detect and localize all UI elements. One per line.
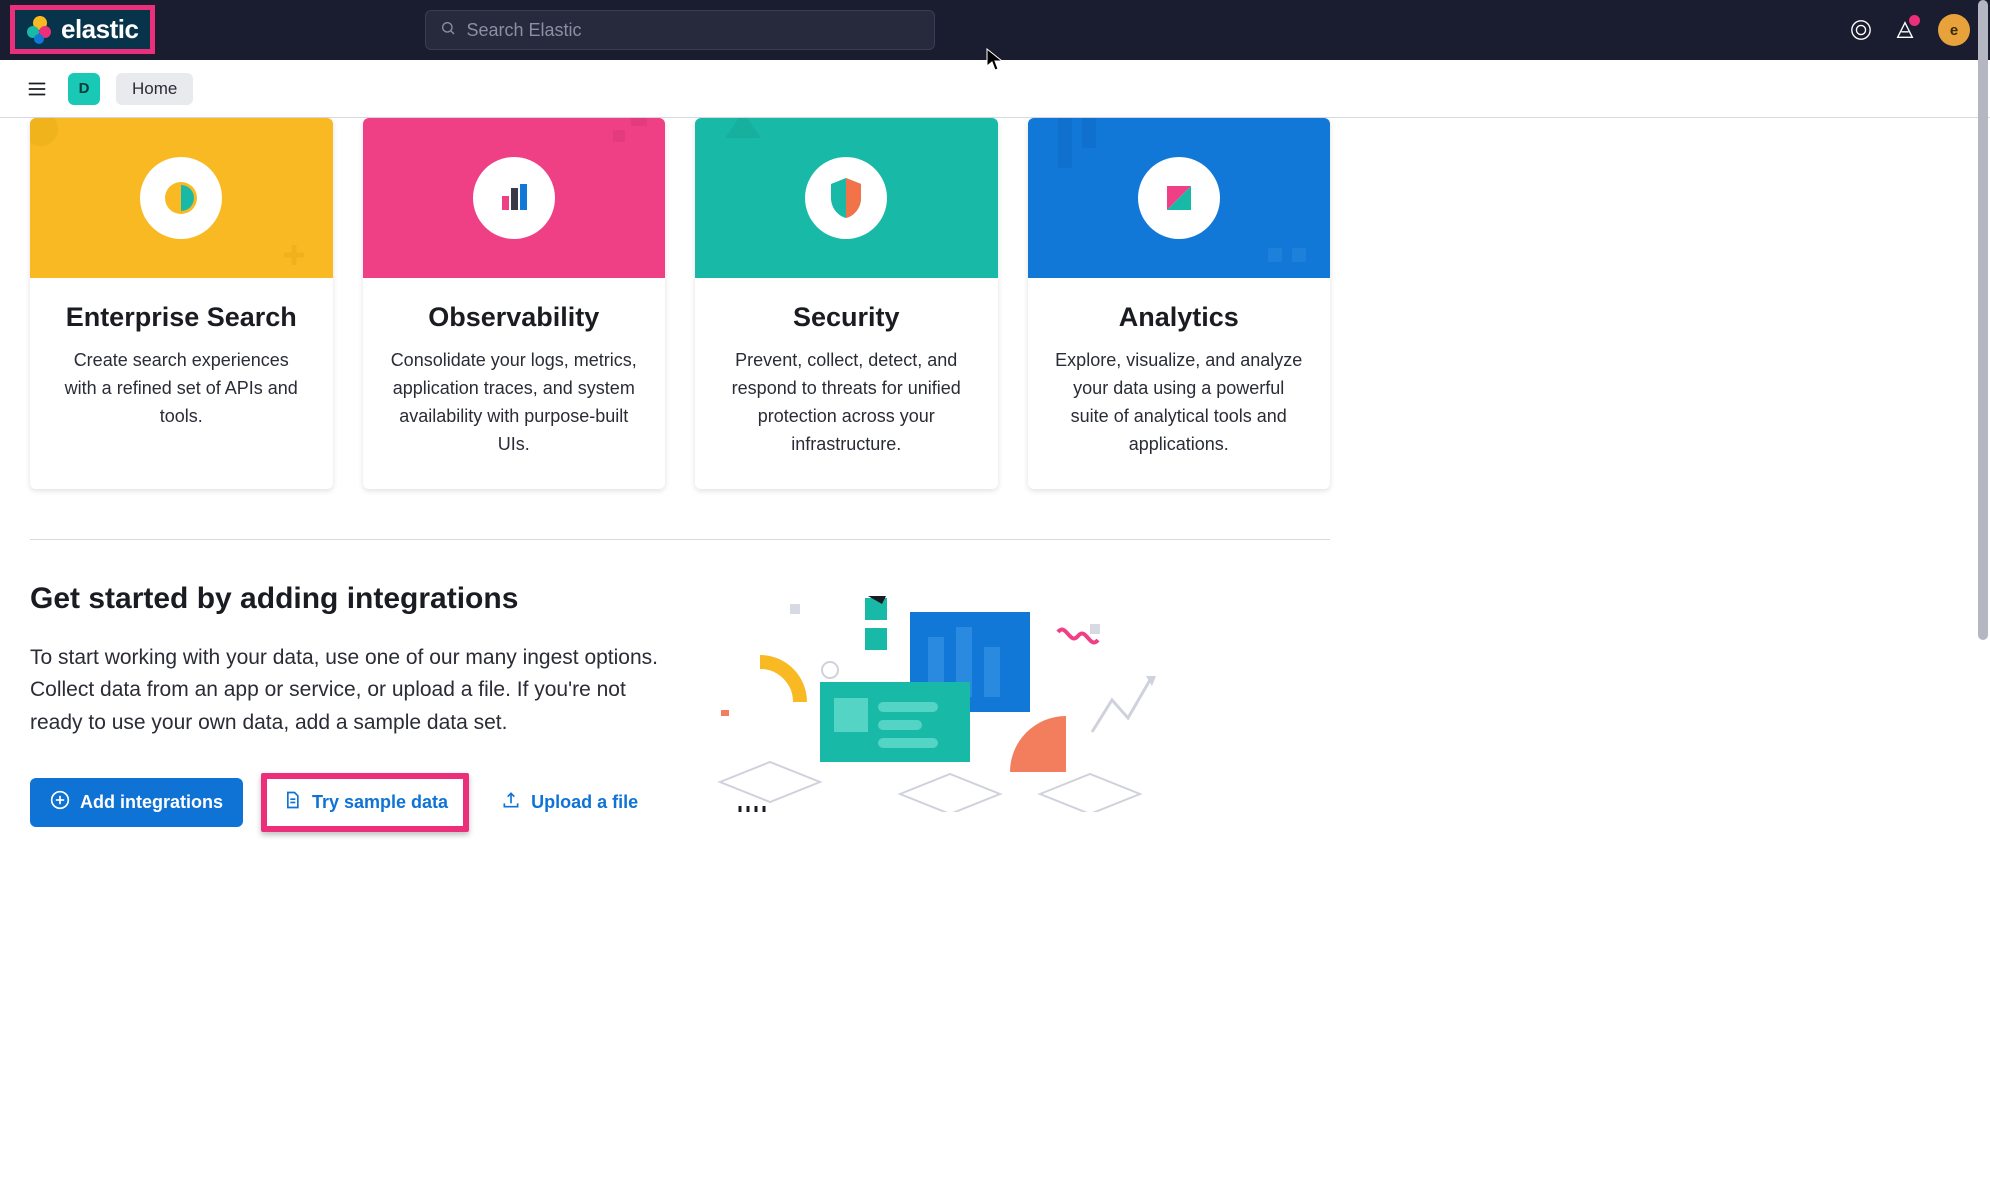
document-icon (282, 790, 302, 815)
global-search[interactable] (425, 10, 935, 50)
elastic-logo[interactable]: elastic (10, 5, 155, 54)
button-label: Try sample data (312, 792, 448, 813)
button-label: Upload a file (531, 792, 638, 813)
user-avatar[interactable]: e (1938, 14, 1970, 46)
upload-icon (501, 790, 521, 815)
search-icon (440, 20, 456, 41)
news-icon[interactable] (1894, 19, 1916, 41)
brand-text: elastic (61, 14, 138, 45)
card-desc: Consolidate your logs, metrics, applicat… (389, 347, 640, 459)
avatar-initial: e (1950, 22, 1958, 39)
get-started-heading: Get started by adding integrations (30, 582, 670, 616)
analytics-icon (1138, 157, 1220, 239)
get-started-desc: To start working with your data, use one… (30, 642, 670, 740)
add-integrations-button[interactable]: Add integrations (30, 778, 243, 827)
enterprise-search-icon (140, 157, 222, 239)
divider (30, 539, 1330, 540)
upload-file-button[interactable]: Upload a file (487, 780, 652, 825)
card-hero (695, 118, 998, 278)
card-observability[interactable]: Observability Consolidate your logs, met… (363, 118, 666, 489)
card-title: Enterprise Search (56, 302, 307, 333)
notification-dot-icon (1909, 15, 1920, 26)
highlight-box: Try sample data (261, 773, 469, 832)
card-hero (30, 118, 333, 278)
card-title: Security (721, 302, 972, 333)
nav-toggle-button[interactable] (22, 74, 52, 104)
card-security[interactable]: Security Prevent, collect, detect, and r… (695, 118, 998, 489)
help-icon[interactable] (1850, 19, 1872, 41)
security-icon (805, 157, 887, 239)
try-sample-data-button[interactable]: Try sample data (268, 780, 462, 825)
card-hero (1028, 118, 1331, 278)
card-analytics[interactable]: Analytics Explore, visualize, and analyz… (1028, 118, 1331, 489)
scrollbar-thumb[interactable] (1978, 0, 1988, 640)
card-desc: Explore, visualize, and analyze your dat… (1054, 347, 1305, 459)
scrollbar[interactable] (1976, 0, 1990, 1204)
card-title: Observability (389, 302, 640, 333)
get-started-section: Get started by adding integrations To st… (30, 582, 1330, 833)
top-header: elastic e (0, 0, 1990, 60)
breadcrumb-home[interactable]: Home (116, 73, 193, 105)
search-input[interactable] (466, 20, 920, 41)
solution-cards: Enterprise Search Create search experien… (30, 118, 1330, 489)
space-initial: D (79, 80, 90, 97)
button-label: Add integrations (80, 792, 223, 813)
space-selector[interactable]: D (68, 73, 100, 105)
observability-icon (473, 157, 555, 239)
card-hero (363, 118, 666, 278)
breadcrumb-bar: D Home (0, 60, 1990, 118)
integrations-illustration (710, 582, 1190, 812)
main-content: Enterprise Search Create search experien… (0, 118, 1360, 872)
card-desc: Prevent, collect, detect, and respond to… (721, 347, 972, 459)
card-title: Analytics (1054, 302, 1305, 333)
card-desc: Create search experiences with a refined… (56, 347, 307, 431)
plus-circle-icon (50, 790, 70, 815)
elastic-logo-icon (27, 16, 53, 42)
card-enterprise-search[interactable]: Enterprise Search Create search experien… (30, 118, 333, 489)
